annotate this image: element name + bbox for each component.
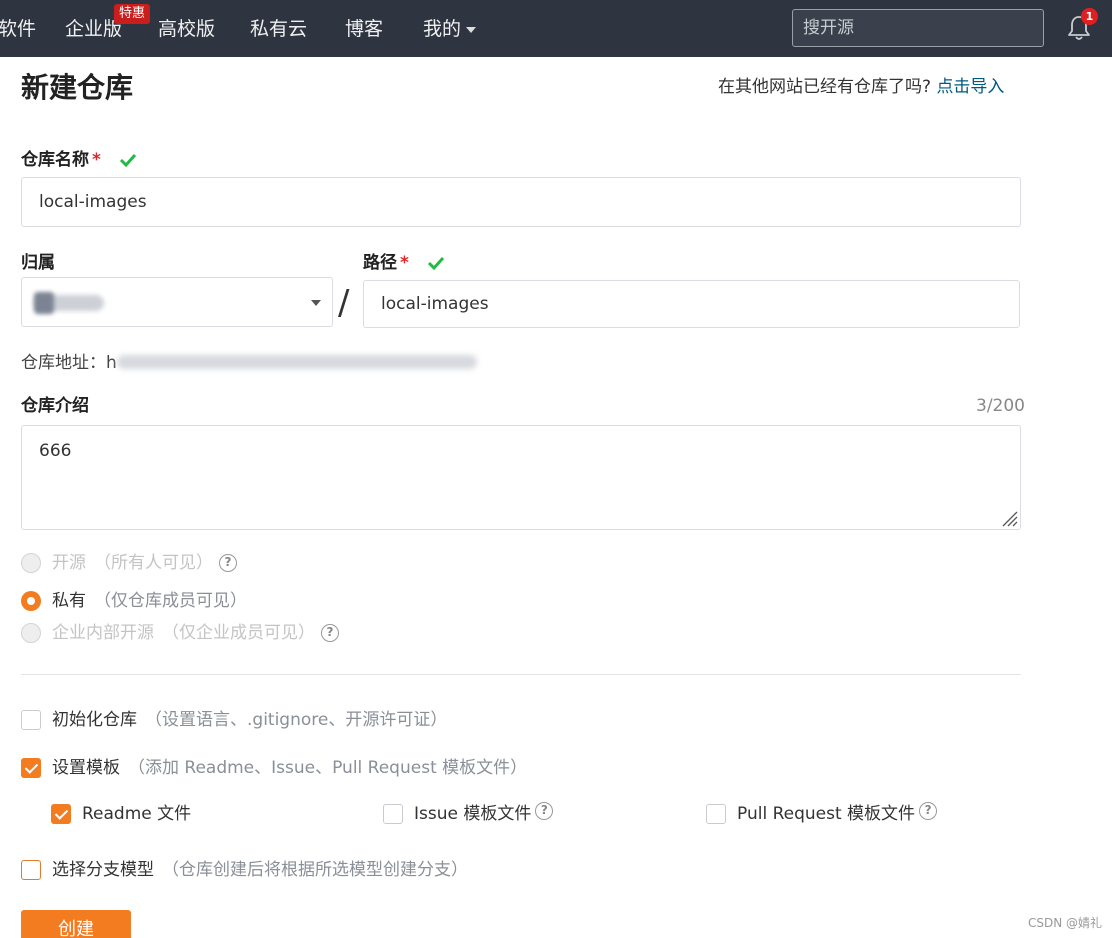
intro-textarea[interactable]: 666 (21, 425, 1021, 530)
valid-check-icon (427, 256, 444, 271)
repo-address: 仓库地址：h (21, 352, 477, 374)
intro-char-counter: 3/200 (976, 396, 1025, 416)
branch-model-label: 选择分支模型 (52, 860, 154, 880)
nav-mine-label: 我的 (423, 18, 462, 40)
branch-model-option[interactable]: 选择分支模型 （仓库创建后将根据所选模型创建分支） (21, 859, 468, 881)
path-separator: / (338, 283, 350, 323)
nav-item-private-cloud[interactable]: 私有云 (250, 17, 307, 41)
template-option[interactable]: 设置模板 （添加 Readme、Issue、Pull Request 模板文件） (21, 757, 527, 779)
resize-handle-icon[interactable] (1000, 509, 1018, 527)
init-repo-label: 初始化仓库 (52, 710, 137, 730)
visibility-internal-label: 企业内部开源 (52, 623, 154, 643)
nav-item-mine[interactable]: 我的 (423, 17, 477, 41)
chevron-down-icon (311, 300, 321, 306)
notification-count-badge: 1 (1081, 8, 1098, 25)
search-input[interactable] (792, 9, 1044, 47)
nav-item-blog[interactable]: 博客 (345, 17, 383, 41)
visibility-option-private[interactable]: 私有 （仅仓库成员可见） (21, 590, 247, 612)
valid-check-icon (119, 153, 136, 168)
repo-name-label: 仓库名称 * (21, 149, 137, 171)
pr-template-label: Pull Request 模板文件 (737, 804, 916, 824)
import-link[interactable]: 点击导入 (936, 77, 1004, 97)
top-navbar: 软件 企业版 特惠 高校版 私有云 博客 我的 1 (0, 0, 1112, 57)
help-icon[interactable]: ? (219, 554, 237, 572)
nav-item-university[interactable]: 高校版 (158, 17, 215, 41)
nav-item-software[interactable]: 软件 (0, 17, 36, 41)
path-label-text: 路径 (363, 253, 397, 273)
visibility-private-label: 私有 (52, 591, 86, 611)
issue-template-checkbox[interactable] (383, 804, 403, 824)
template-label: 设置模板 (52, 758, 120, 778)
readme-checkbox[interactable] (51, 804, 71, 824)
branch-model-checkbox[interactable] (21, 860, 41, 880)
init-repo-hint: （设置语言、.gitignore、开源许可证） (145, 710, 448, 730)
promo-badge: 特惠 (114, 4, 151, 24)
readme-option[interactable]: Readme 文件 (51, 803, 191, 825)
template-checkbox[interactable] (21, 758, 41, 778)
repo-address-prefix: h (106, 353, 117, 373)
issue-template-option[interactable]: Issue 模板文件 ? (383, 802, 554, 825)
pr-template-checkbox[interactable] (706, 804, 726, 824)
repo-address-blurred (116, 355, 477, 369)
visibility-option-internal[interactable]: 企业内部开源 （仅企业成员可见） ? (21, 622, 339, 644)
create-button[interactable]: 创建 (21, 910, 131, 938)
init-repo-checkbox[interactable] (21, 710, 41, 730)
watermark: CSDN @婧礼 (1028, 916, 1103, 930)
path-label: 路径 * (363, 252, 445, 274)
visibility-open-hint: （所有人可见） (94, 553, 213, 573)
visibility-option-open[interactable]: 开源 （所有人可见） ? (21, 552, 237, 574)
repo-name-label-text: 仓库名称 (21, 150, 89, 170)
visibility-private-hint: （仅仓库成员可见） (94, 591, 247, 611)
template-hint: （添加 Readme、Issue、Pull Request 模板文件） (128, 758, 528, 778)
required-mark: * (400, 253, 409, 273)
page-title: 新建仓库 (21, 71, 134, 104)
help-icon[interactable]: ? (919, 802, 938, 820)
required-mark: * (92, 150, 101, 170)
path-input[interactable] (363, 280, 1020, 328)
import-prompt-text: 在其他网站已经有仓库了吗? (718, 77, 932, 97)
branch-model-hint: （仓库创建后将根据所选模型创建分支） (162, 860, 468, 880)
chevron-down-icon (466, 26, 477, 33)
help-icon[interactable]: ? (535, 802, 554, 820)
repo-address-label: 仓库地址： (21, 353, 106, 373)
divider (21, 674, 1021, 675)
intro-label: 仓库介绍 (21, 396, 89, 416)
radio-internal[interactable] (21, 623, 41, 643)
issue-template-label: Issue 模板文件 (414, 804, 532, 824)
help-icon[interactable]: ? (321, 624, 339, 642)
readme-label: Readme 文件 (82, 804, 192, 824)
pr-template-option[interactable]: Pull Request 模板文件 ? (706, 802, 938, 825)
init-repo-option[interactable]: 初始化仓库 （设置语言、.gitignore、开源许可证） (21, 709, 447, 731)
import-prompt: 在其他网站已经有仓库了吗? 点击导入 (718, 76, 1004, 98)
radio-open[interactable] (21, 553, 41, 573)
visibility-open-label: 开源 (52, 553, 86, 573)
avatar (34, 292, 54, 314)
radio-private[interactable] (21, 591, 41, 611)
repo-name-input[interactable] (21, 177, 1021, 227)
owner-select[interactable] (21, 277, 333, 327)
owner-label: 归属 (21, 253, 55, 273)
visibility-internal-hint: （仅企业成员可见） (162, 623, 315, 643)
